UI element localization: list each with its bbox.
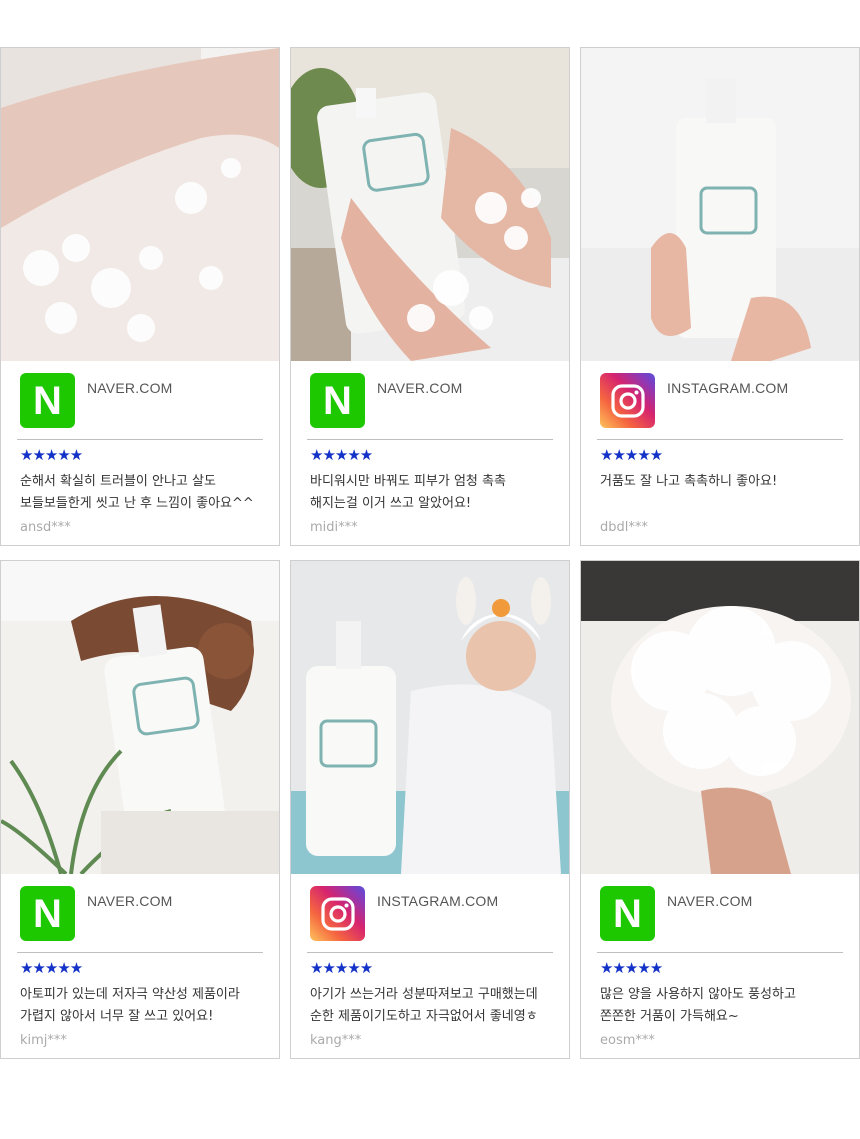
- reviewer-id: kang***: [310, 1033, 362, 1048]
- review-source[interactable]: NAVER.COM: [667, 893, 753, 909]
- naver-icon: N: [600, 886, 655, 941]
- star-rating: ★★★★★: [310, 959, 373, 977]
- divider: [307, 952, 553, 953]
- divider: [597, 952, 843, 953]
- review-card[interactable]: N NAVER.COM ★★★★★ 바디워시만 바꿔도 피부가 엄청 촉촉 해지…: [290, 47, 570, 546]
- review-card[interactable]: N NAVER.COM ★★★★★ 순해서 확실히 트러블이 안나고 살도 보들…: [0, 47, 280, 546]
- review-source[interactable]: INSTAGRAM.COM: [667, 380, 788, 396]
- reviewer-id: midi***: [310, 520, 358, 535]
- review-text: 아기가 쓰는거라 성분따져보고 구매했는데 순한 제품이기도하고 자극없어서 좋…: [310, 987, 538, 1024]
- review-source[interactable]: INSTAGRAM.COM: [377, 893, 498, 909]
- review-text: 많은 양을 사용하지 않아도 풍성하고 쫀쫀한 거품이 가득해요~: [600, 987, 796, 1024]
- review-text: 아토피가 있는데 저자극 약산성 제품이라 가렵지 않아서 너무 잘 쓰고 있어…: [20, 987, 240, 1024]
- reviewer-id: eosm***: [600, 1033, 655, 1048]
- review-card[interactable]: N NAVER.COM ★★★★★ 많은 양을 사용하지 않아도 풍성하고 쫀쫀…: [580, 560, 860, 1059]
- instagram-icon: [310, 886, 365, 941]
- reviewer-id: ansd***: [20, 520, 71, 535]
- divider: [307, 439, 553, 440]
- review-source[interactable]: NAVER.COM: [87, 893, 173, 909]
- review-text: 순해서 확실히 트러블이 안나고 살도 보들보들한게 씻고 난 후 느낌이 좋아…: [20, 474, 254, 511]
- star-rating: ★★★★★: [20, 959, 83, 977]
- bottle-teddy-photo: [1, 561, 279, 874]
- instagram-icon: [600, 373, 655, 428]
- star-rating: ★★★★★: [600, 446, 663, 464]
- star-rating: ★★★★★: [600, 959, 663, 977]
- arm-foam-photo: [1, 48, 279, 361]
- naver-icon: N: [20, 373, 75, 428]
- naver-icon: N: [310, 373, 365, 428]
- foam-hand-photo: [581, 561, 859, 874]
- naver-icon: N: [20, 886, 75, 941]
- review-text: 바디워시만 바꿔도 피부가 엄청 촉촉 해지는걸 이거 쓰고 알았어요!: [310, 474, 506, 511]
- divider: [17, 952, 263, 953]
- review-text: 거품도 잘 나고 촉촉하니 좋아요!: [600, 474, 778, 489]
- star-rating: ★★★★★: [310, 446, 373, 464]
- reviewer-id: kimj***: [20, 1033, 67, 1048]
- review-card[interactable]: INSTAGRAM.COM ★★★★★ 아기가 쓰는거라 성분따져보고 구매했는…: [290, 560, 570, 1059]
- divider: [597, 439, 843, 440]
- review-source[interactable]: NAVER.COM: [87, 380, 173, 396]
- baby-bath-photo: [291, 561, 569, 874]
- reviewer-id: dbdl***: [600, 520, 648, 535]
- star-rating: ★★★★★: [20, 446, 83, 464]
- divider: [17, 439, 263, 440]
- review-card[interactable]: INSTAGRAM.COM ★★★★★ 거품도 잘 나고 촉촉하니 좋아요! d…: [580, 47, 860, 546]
- hands-bottle-photo: [291, 48, 569, 361]
- held-bottle-photo: [581, 48, 859, 361]
- review-source[interactable]: NAVER.COM: [377, 380, 463, 396]
- review-card[interactable]: N NAVER.COM ★★★★★ 아토피가 있는데 저자극 약산성 제품이라 …: [0, 560, 280, 1059]
